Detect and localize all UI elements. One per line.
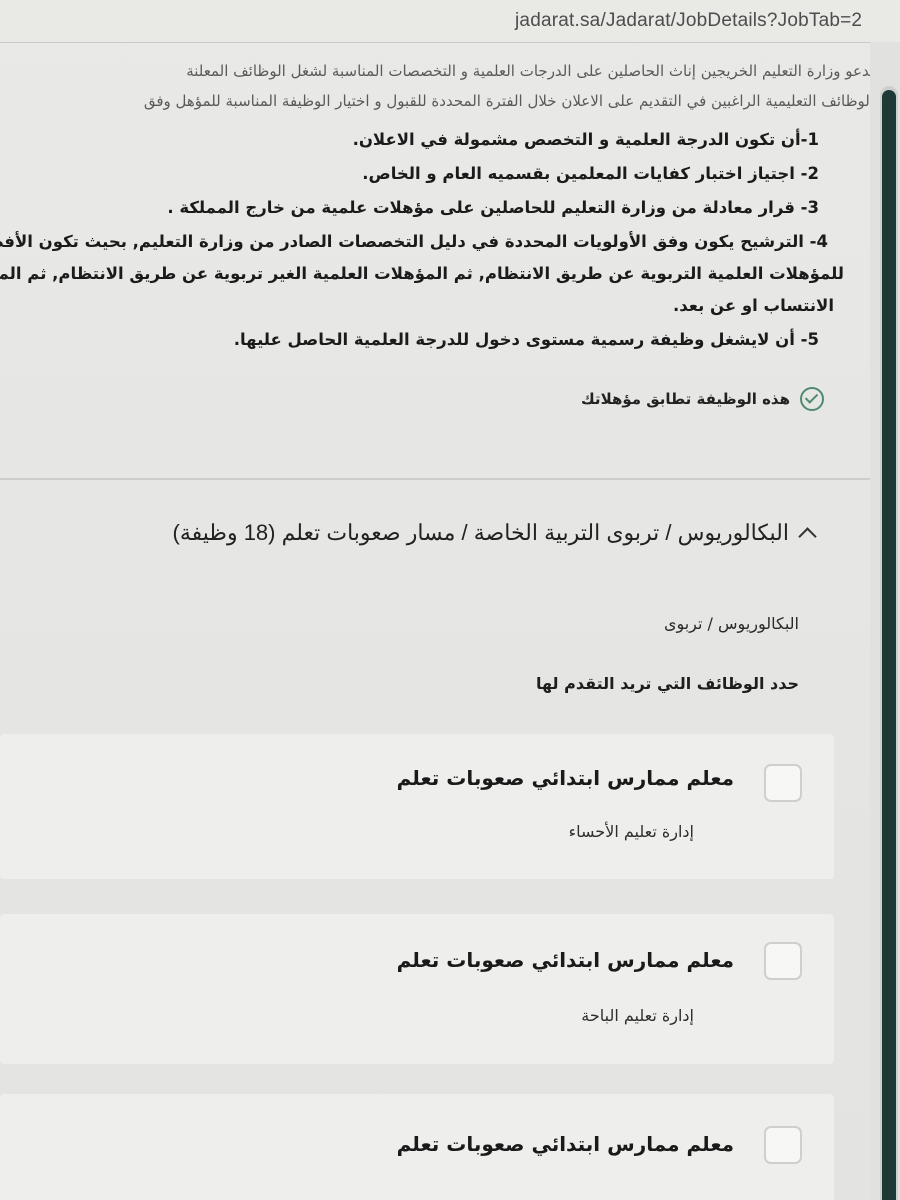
intro-line-2: الوظائف التعليمية الراغبين في التقديم عل… [143,92,874,110]
job-title: معلم ممارس ابتدائي صعوبات تعلم [396,766,734,790]
requirement-2: 2- اجتياز اختبار كفايات المعلمين بقسميه … [362,164,819,183]
job-card[interactable]: معلم ممارس ابتدائي صعوبات تعلم إدارة تعل… [0,914,834,1064]
job-group-header[interactable]: البكالوريوس / تربوى التربية الخاصة / مسا… [173,520,817,546]
job-card[interactable]: معلم ممارس ابتدائي صعوبات تعلم إدارة تعل… [0,734,834,879]
check-circle-icon [800,387,824,411]
job-details-content: تدعو وزارة التعليم الخريجين إناث الحاصلي… [0,42,874,1200]
requirement-4: 4- الترشيح يكون وفق الأولويات المحددة في… [0,232,828,251]
job-checkbox[interactable] [764,764,802,802]
requirement-4-end: الانتساب او عن بعد. [672,296,834,315]
job-checkbox[interactable] [764,1126,802,1164]
job-department: إدارة تعليم الأحساء [568,822,694,841]
url-text[interactable]: jadarat.sa/Jadarat/JobDetails?JobTab=2 [515,10,862,32]
job-department: إدارة تعليم الباحة [581,1006,694,1025]
intro-line-1: تدعو وزارة التعليم الخريجين إناث الحاصلي… [186,62,874,80]
section-divider [0,478,874,480]
requirement-3: 3- قرار معادلة من وزارة التعليم للحاصلين… [167,198,819,217]
match-status-text: هذه الوظيفة تطابق مؤهلاتك [580,390,790,408]
select-jobs-prompt: حدد الوظائف التي تريد التقدم لها [535,674,799,693]
address-bar[interactable]: jadarat.sa/Jadarat/JobDetails?JobTab=2 [0,0,900,43]
job-card[interactable]: معلم ممارس ابتدائي صعوبات تعلم [0,1094,834,1200]
chevron-up-icon[interactable] [798,526,817,546]
requirement-5: 5- أن لايشغل وظيفة رسمية مستوى دخول للدر… [233,330,819,349]
requirement-4-continued: للمؤهلات العلمية التربوية عن طريق الانتظ… [0,264,844,283]
job-group-title[interactable]: البكالوريوس / تربوى التربية الخاصة / مسا… [173,520,789,546]
scrollbar-thumb[interactable] [882,90,896,1200]
job-title: معلم ممارس ابتدائي صعوبات تعلم [396,1132,734,1156]
qualification-match: هذه الوظيفة تطابق مؤهلاتك [581,387,824,411]
qualification-label: البكالوريوس / تربوى [663,614,799,633]
job-title: معلم ممارس ابتدائي صعوبات تعلم [396,948,734,972]
requirement-1: 1-أن تكون الدرجة العلمية و التخصص مشمولة… [352,130,819,149]
screen: jadarat.sa/Jadarat/JobDetails?JobTab=2 ت… [0,0,900,1200]
job-checkbox[interactable] [764,942,802,980]
